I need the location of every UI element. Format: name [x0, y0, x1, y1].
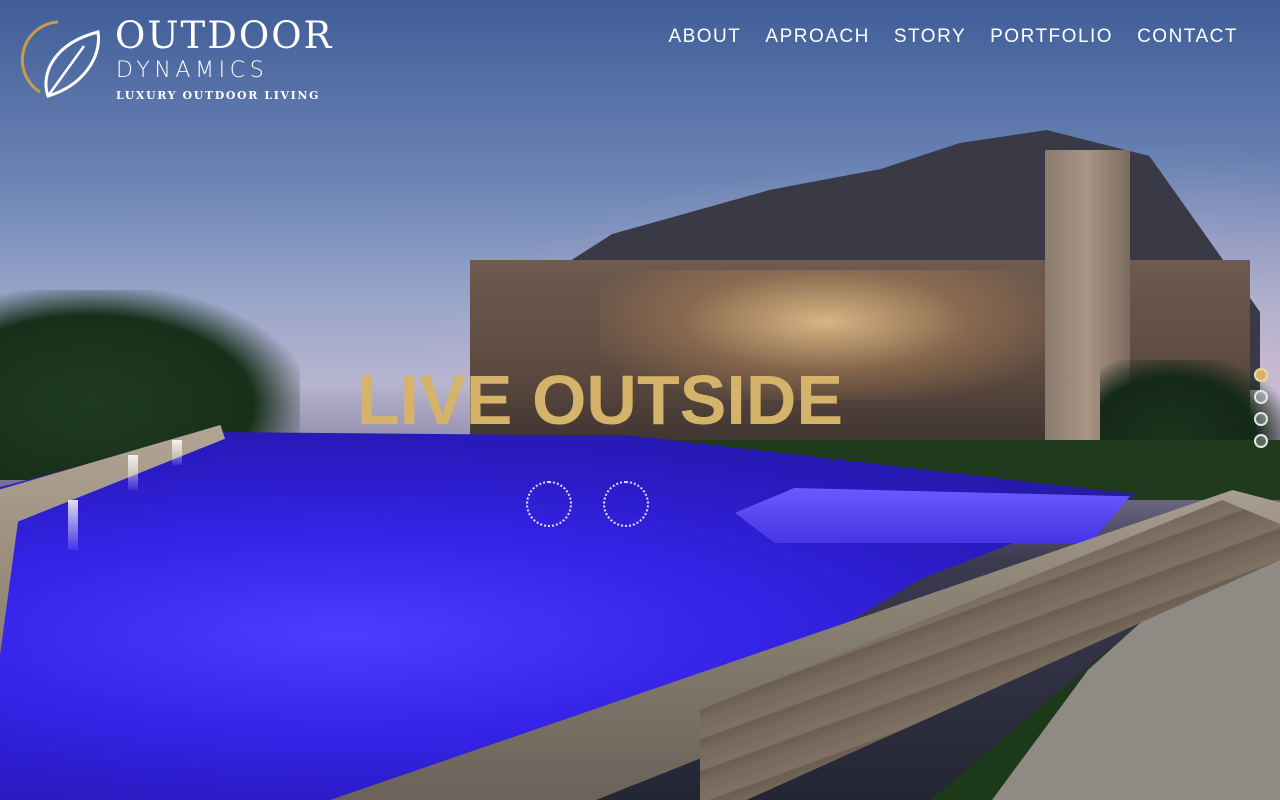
- slider-dot[interactable]: [1254, 368, 1268, 382]
- slider-dot[interactable]: [1254, 434, 1268, 448]
- waterfall: [68, 500, 78, 550]
- pool-light-ring: [526, 481, 572, 527]
- brand-title: OUTDOOR: [115, 14, 334, 57]
- waterfall: [128, 455, 138, 490]
- brand-subtitle: DYNAMICS: [116, 58, 269, 83]
- slider-dot[interactable]: [1254, 390, 1268, 404]
- nav-story[interactable]: STORY: [894, 26, 966, 48]
- spa-water: [735, 488, 1130, 543]
- hero-section: OUTDOOR DYNAMICS LUXURY OUTDOOR LIVING A…: [0, 0, 1280, 800]
- slider-dot[interactable]: [1254, 412, 1268, 426]
- brand-logo[interactable]: OUTDOOR DYNAMICS LUXURY OUTDOOR LIVING: [20, 16, 370, 106]
- nav-about[interactable]: ABOUT: [668, 26, 741, 48]
- waterfall: [172, 440, 182, 465]
- nav-portfolio[interactable]: PORTFOLIO: [990, 26, 1113, 48]
- slider-pagination: [1254, 368, 1268, 448]
- pool-light-ring: [603, 481, 649, 527]
- brand-tagline: LUXURY OUTDOOR LIVING: [116, 89, 320, 102]
- main-nav: ABOUT APROACH STORY PORTFOLIO CONTACT: [668, 26, 1238, 48]
- leaf-logo-icon: [20, 20, 100, 98]
- nav-contact[interactable]: CONTACT: [1137, 26, 1238, 48]
- nav-approach[interactable]: APROACH: [765, 26, 869, 48]
- hero-headline: LIVE OUTSIDE: [356, 361, 844, 439]
